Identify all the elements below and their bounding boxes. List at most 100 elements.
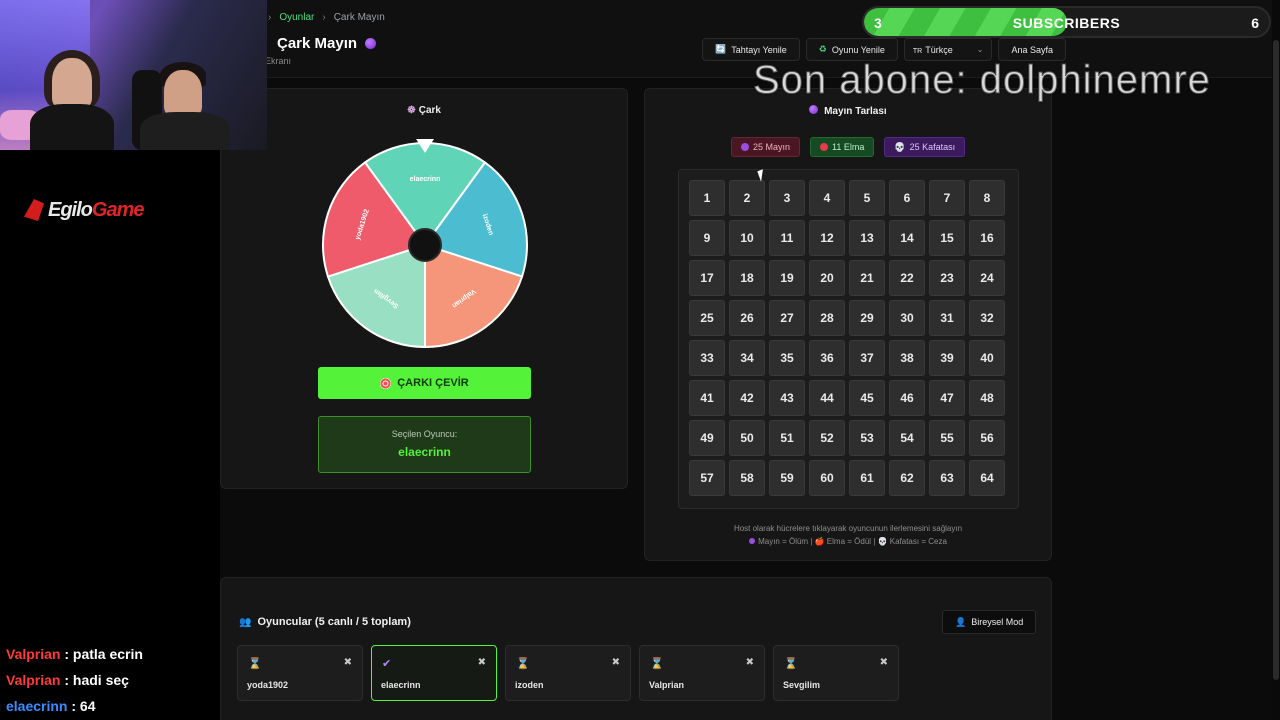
minefield-cell[interactable]: 52 (809, 420, 845, 456)
remove-player-icon[interactable]: ✖ (746, 657, 754, 668)
minefield-cell[interactable]: 26 (729, 300, 765, 336)
breadcrumb-games-link[interactable]: Oyunlar (279, 12, 314, 23)
minefield-cell[interactable]: 43 (769, 380, 805, 416)
players-title: 👥 Oyuncular (5 canlı / 5 toplam) (239, 616, 411, 628)
bomb-icon (365, 38, 377, 49)
minefield-cell[interactable]: 45 (849, 380, 885, 416)
remove-player-icon[interactable]: ✖ (344, 657, 352, 668)
minefield-cell[interactable]: 35 (769, 340, 805, 376)
minefield-cell[interactable]: 15 (929, 220, 965, 256)
remove-player-icon[interactable]: ✖ (478, 657, 486, 668)
minefield-cell[interactable]: 7 (929, 180, 965, 216)
minefield-cell[interactable]: 58 (729, 460, 765, 496)
player-card[interactable]: ⌛ ✖ Valprian (639, 645, 765, 701)
minefield-cell[interactable]: 21 (849, 260, 885, 296)
minefield-cell[interactable]: 44 (809, 380, 845, 416)
chevron-down-icon: ⌄ (976, 45, 984, 54)
spin-wheel[interactable]: elaecrinnizodenValprianSevgilimyoda1902 (321, 139, 529, 351)
chat-message: Valprian : patla ecrin (6, 646, 246, 672)
minefield-cell[interactable]: 38 (889, 340, 925, 376)
users-icon: 👥 (239, 616, 252, 628)
minefield-cell[interactable]: 33 (689, 340, 725, 376)
minefield-cell[interactable]: 5 (849, 180, 885, 216)
player-card[interactable]: ✔ ✖ elaecrinn (371, 645, 497, 701)
minefield-cell[interactable]: 19 (769, 260, 805, 296)
channel-logo: EgiloGame (24, 195, 184, 225)
apple-icon (820, 143, 829, 151)
minefield-cell[interactable]: 54 (889, 420, 925, 456)
minefield-cell[interactable]: 42 (729, 380, 765, 416)
minefield-cell[interactable]: 28 (809, 300, 845, 336)
language-value: TR Türkçe (913, 45, 953, 55)
board-hint-legend: Mayın = Ölüm | 🍎 Elma = Ödül | 💀 Kafatas… (758, 537, 947, 546)
minefield-cell[interactable]: 34 (729, 340, 765, 376)
minefield-cell[interactable]: 3 (769, 180, 805, 216)
minefield-cell[interactable]: 51 (769, 420, 805, 456)
minefield-cell[interactable]: 20 (809, 260, 845, 296)
minefield-cell[interactable]: 22 (889, 260, 925, 296)
webcam-person-face (52, 58, 92, 108)
minefield-cell[interactable]: 41 (689, 380, 725, 416)
minefield-cell[interactable]: 48 (969, 380, 1005, 416)
minefield-cell[interactable]: 50 (729, 420, 765, 456)
minefield-cell[interactable]: 11 (769, 220, 805, 256)
minefield-cell[interactable]: 56 (969, 420, 1005, 456)
minefield-cell[interactable]: 10 (729, 220, 765, 256)
minefield-cell[interactable]: 18 (729, 260, 765, 296)
minefield-grid: 1 2 3 4 5 6 7 8 9 10 11 12 13 14 15 16 17 18 19 20 21 22 23 24 2… (689, 180, 1005, 496)
minefield-cell[interactable]: 1 (689, 180, 725, 216)
minefield-cell[interactable]: 60 (809, 460, 845, 496)
minefield-cell[interactable]: 61 (849, 460, 885, 496)
minefield-cell[interactable]: 53 (849, 420, 885, 456)
flag-icon: TR (912, 47, 923, 55)
minefield-cell[interactable]: 25 (689, 300, 725, 336)
minefield-cell[interactable]: 63 (929, 460, 965, 496)
remove-player-icon[interactable]: ✖ (612, 657, 620, 668)
minefield-cell[interactable]: 37 (849, 340, 885, 376)
minefield-cell[interactable]: 46 (889, 380, 925, 416)
minefield-cell[interactable]: 4 (809, 180, 845, 216)
minefield-cell[interactable]: 23 (929, 260, 965, 296)
minefield-cell[interactable]: 36 (809, 340, 845, 376)
minefield-cell[interactable]: 32 (969, 300, 1005, 336)
chat-text: : 64 (67, 698, 96, 714)
minefield-cell[interactable]: 30 (889, 300, 925, 336)
page-title: Çark Mayın (277, 35, 377, 52)
minefield-cell[interactable]: 27 (769, 300, 805, 336)
minefield-cell[interactable]: 6 (889, 180, 925, 216)
scrollbar[interactable] (1272, 0, 1280, 720)
minefield-cell[interactable]: 8 (969, 180, 1005, 216)
minefield-cell[interactable]: 57 (689, 460, 725, 496)
minefield-cell[interactable]: 49 (689, 420, 725, 456)
minefield-cell[interactable]: 64 (969, 460, 1005, 496)
chat-username: elaecrinn (6, 698, 68, 714)
minefield-cell[interactable]: 59 (769, 460, 805, 496)
minefield-cell[interactable]: 14 (889, 220, 925, 256)
minefield-cell[interactable]: 9 (689, 220, 725, 256)
breadcrumb: › Oyunlar › Çark Mayın (268, 12, 385, 23)
minefield-cell[interactable]: 55 (929, 420, 965, 456)
minefield-cell[interactable]: 39 (929, 340, 965, 376)
player-card[interactable]: ⌛ ✖ izoden (505, 645, 631, 701)
minefield-cell[interactable]: 47 (929, 380, 965, 416)
minefield-cell[interactable]: 40 (969, 340, 1005, 376)
player-card[interactable]: ⌛ ✖ Sevgilim (773, 645, 899, 701)
minefield-cell[interactable]: 12 (809, 220, 845, 256)
minefield-cell[interactable]: 13 (849, 220, 885, 256)
board-hint-line1: Host olarak hücrelere tıklayarak oyuncun… (733, 524, 963, 533)
minefield-cell[interactable]: 2 (729, 180, 765, 216)
spin-wheel-button[interactable]: ÇARKI ÇEVİR (318, 367, 531, 399)
minefield-cell[interactable]: 16 (969, 220, 1005, 256)
remove-player-icon[interactable]: ✖ (880, 657, 888, 668)
minefield-cell[interactable]: 24 (969, 260, 1005, 296)
player-card[interactable]: ⌛ ✖ yoda1902 (237, 645, 363, 701)
scrollbar-thumb[interactable] (1273, 40, 1279, 680)
minefield-cell[interactable]: 62 (889, 460, 925, 496)
selected-player-box: Seçilen Oyuncu: elaecrinn (318, 416, 531, 473)
minefield-cell[interactable]: 17 (689, 260, 725, 296)
individual-mode-button[interactable]: 👤 Bireysel Mod (942, 610, 1037, 634)
minefield-cell[interactable]: 31 (929, 300, 965, 336)
minefield-cell[interactable]: 29 (849, 300, 885, 336)
wheel-panel: ☸ Çark elaecrinn izoden Valprian Sevgilim yo… (220, 88, 628, 489)
hourglass-icon: ⌛ (516, 658, 530, 670)
